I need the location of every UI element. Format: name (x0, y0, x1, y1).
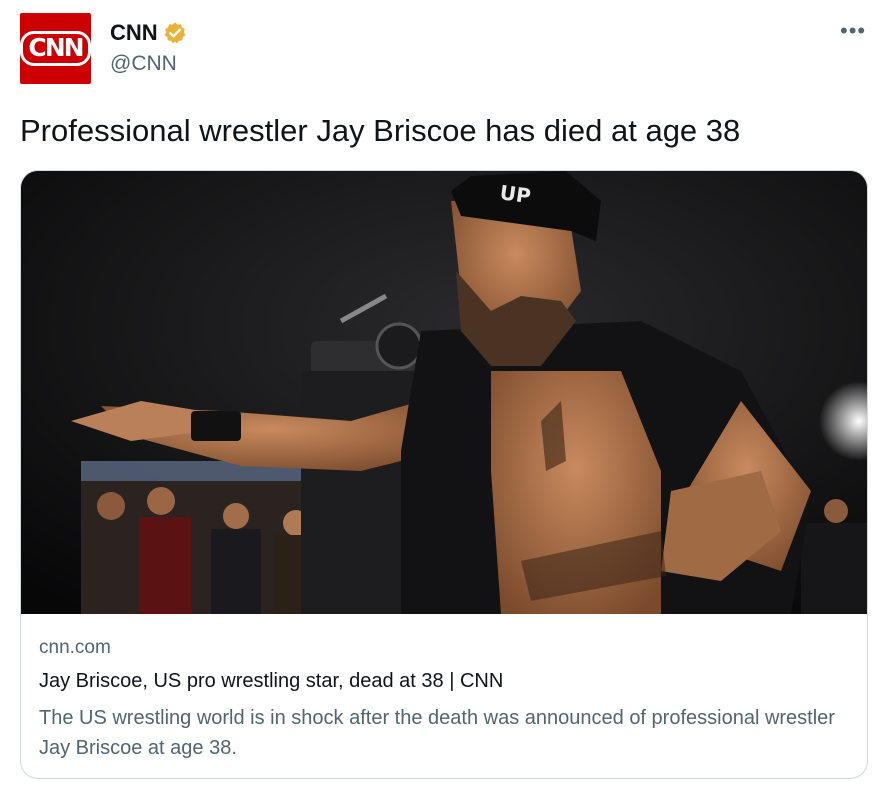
author-name-row: CNN (110, 20, 187, 46)
display-name[interactable]: CNN (110, 20, 158, 46)
wrestler-photo-icon: UP (21, 171, 867, 614)
link-card[interactable]: UP cnn.com Jay Briscoe, US pro wrestling… (20, 170, 868, 779)
author-handle[interactable]: @CNN (110, 52, 177, 76)
verified-badge-icon (164, 22, 186, 44)
card-meta: cnn.com Jay Briscoe, US pro wrestling st… (39, 637, 849, 763)
card-description: The US wrestling world is in shock after… (39, 707, 835, 759)
avatar-logo-text: CNN (20, 31, 91, 66)
card-image[interactable]: UP (21, 171, 867, 614)
card-domain: cnn.com (39, 637, 111, 658)
tweet-text: Professional wrestler Jay Briscoe has di… (20, 113, 741, 148)
more-options-icon[interactable]: ••• (840, 18, 866, 44)
cnn-avatar[interactable]: CNN (20, 13, 91, 84)
card-title[interactable]: Jay Briscoe, US pro wrestling star, dead… (39, 670, 849, 693)
svg-text:UP: UP (498, 180, 532, 208)
